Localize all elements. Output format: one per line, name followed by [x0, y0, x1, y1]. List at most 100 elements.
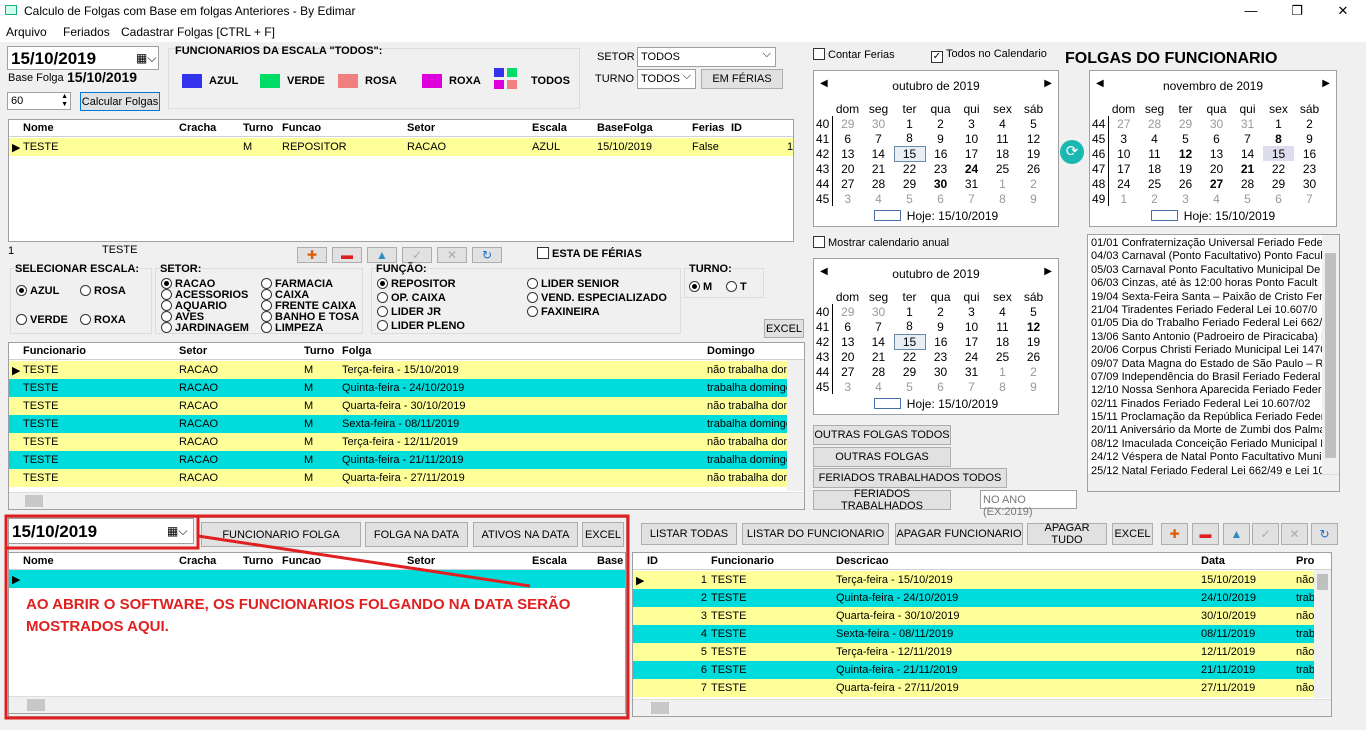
calendar-day[interactable]: 17 — [1108, 161, 1139, 176]
calendar-day[interactable]: 4 — [1139, 131, 1170, 146]
calendar-day[interactable]: 27 — [1108, 116, 1139, 131]
calendar-day[interactable]: 1 — [1108, 191, 1139, 206]
calendar-day[interactable]: 4 — [863, 379, 894, 394]
calendar-day[interactable]: 8 — [894, 319, 925, 334]
calendar-day[interactable]: 25 — [987, 349, 1018, 364]
horizontal-scrollbar[interactable] — [1088, 474, 1339, 491]
add-icon[interactable]: ✚ — [297, 247, 327, 263]
list-item[interactable]: 13/06 Santo Antonio (Padroeiro de Piraci… — [1091, 331, 1323, 344]
setor-select[interactable]: TODOS — [637, 47, 776, 67]
calendar-day[interactable]: 29 — [1263, 176, 1294, 191]
radio-verde[interactable]: VERDE — [16, 314, 68, 326]
contar-ferias-checkbox[interactable]: Contar Ferias — [813, 48, 895, 61]
calendar-day[interactable]: 9 — [1294, 131, 1325, 146]
excel-button[interactable]: EXCEL — [764, 319, 804, 338]
menu-cadastrar-folgas[interactable]: Cadastrar Folgas [CTRL + F] — [121, 25, 275, 39]
calendar-day[interactable]: 18 — [987, 146, 1018, 161]
calendar-day[interactable]: 5 — [1232, 191, 1263, 206]
calendar-day[interactable]: 14 — [1232, 146, 1263, 161]
calendar-day[interactable]: 13 — [1201, 146, 1232, 161]
horizontal-scrollbar[interactable] — [9, 492, 804, 509]
turno-select[interactable]: TODOS — [637, 69, 696, 89]
calendar-day[interactable]: 26 — [1170, 176, 1201, 191]
calendar-day[interactable]: 24 — [956, 349, 987, 364]
calendar-day[interactable]: 2 — [1294, 116, 1325, 131]
list-item[interactable]: 01/05 Dia do Trabalho Feriado Federal Le… — [1091, 317, 1323, 330]
calendar-day[interactable]: 9 — [925, 319, 956, 334]
table-row[interactable]: 7 TESTE Quarta-feira - 27/11/2019 27/11/201… — [633, 679, 1314, 697]
calendar-day[interactable]: 21 — [863, 349, 894, 364]
calendar-day[interactable]: 2 — [925, 304, 956, 319]
horizontal-scrollbar[interactable] — [633, 699, 1331, 716]
calendar-day[interactable]: 10 — [956, 131, 987, 146]
calendar-day[interactable]: 1 — [987, 176, 1018, 191]
calendar-day[interactable]: 26 — [1018, 161, 1049, 176]
calendar-day[interactable]: 28 — [863, 176, 894, 191]
calendar-day[interactable]: 1 — [894, 304, 925, 319]
calendar-day[interactable]: 12 — [1018, 131, 1049, 146]
calendar-day[interactable]: 27 — [832, 176, 863, 191]
calendar-day[interactable]: 18 — [1139, 161, 1170, 176]
calendar-november[interactable]: ◀ ▶ novembro de 2019 dom seg ter qua qui sex sáb 4… — [1089, 70, 1337, 227]
table-row[interactable]: ▶ TESTE RACAO M Terça-feira - 15/10/2019 não … — [9, 361, 789, 379]
calendar-day[interactable]: 27 — [832, 364, 863, 379]
calendar-day[interactable]: 20 — [1201, 161, 1232, 176]
days-stepper[interactable]: 60 ▲ ▼ — [7, 92, 71, 110]
calendar-day[interactable]: 22 — [894, 349, 925, 364]
calendar-day[interactable]: 15 — [893, 333, 926, 350]
vertical-scrollbar[interactable] — [1322, 235, 1339, 475]
radio-option[interactable]: JARDINAGEM — [161, 322, 249, 334]
calendar-day[interactable]: 5 — [894, 191, 925, 206]
list-item[interactable]: 19/04 Sexta-Feira Santa – Paixão de Cris… — [1091, 291, 1323, 304]
ano-input[interactable]: NO ANO (EX:2019) — [980, 490, 1077, 518]
folgas-list-grid[interactable]: ID Funcionario Descricao Data Pro ▶ 1 TESTE Ter… — [632, 552, 1332, 717]
date-picker-main[interactable]: 15/10/2019 ▦⌵ — [7, 46, 159, 70]
calendar-day[interactable]: 11 — [987, 131, 1018, 146]
calendar-day[interactable]: 7 — [1232, 131, 1263, 146]
list-item[interactable]: 21/04 Tiradentes Feriado Federal Lei 10.… — [1091, 304, 1323, 317]
radio-option[interactable]: LIDER PLENO — [377, 320, 465, 332]
minimize-button[interactable]: — — [1228, 0, 1274, 22]
calendar-day[interactable]: 30 — [925, 176, 956, 191]
calendar-day[interactable]: 23 — [1294, 161, 1325, 176]
calendar-day[interactable]: 17 — [956, 146, 987, 161]
calendar-day[interactable]: 6 — [832, 131, 863, 146]
table-row[interactable]: TESTE RACAO M Terça-feira - 12/11/2019 não t… — [9, 433, 789, 451]
calendar-day[interactable]: 3 — [1108, 131, 1139, 146]
table-row[interactable]: TESTE RACAO M Sexta-feira - 08/11/2019 traba… — [9, 415, 789, 433]
calendar-day[interactable]: 4 — [863, 191, 894, 206]
table-row[interactable]: TESTE RACAO M Quarta-feira - 27/11/2019 não … — [9, 469, 789, 487]
close-button[interactable]: ✕ — [1320, 0, 1366, 22]
calendar-day[interactable]: 15 — [893, 145, 926, 162]
calendar-day[interactable]: 31 — [956, 364, 987, 379]
calendar-day[interactable]: 6 — [832, 319, 863, 334]
list-item[interactable]: 05/03 Carnaval Ponto Facultativo Municip… — [1091, 264, 1323, 277]
calendar-day[interactable]: 11 — [987, 319, 1018, 334]
calendar-day[interactable]: 5 — [1018, 116, 1049, 131]
calendar-day[interactable]: 20 — [832, 349, 863, 364]
calendar-day[interactable]: 19 — [1170, 161, 1201, 176]
calendar-day[interactable]: 9 — [1018, 191, 1049, 206]
calendar-day[interactable]: 28 — [1232, 176, 1263, 191]
calendar-day[interactable]: 9 — [925, 131, 956, 146]
table-row[interactable]: ▶ 1 TESTE Terça-feira - 15/10/2019 15/10/201… — [633, 571, 1314, 589]
calendar-day[interactable]: 29 — [832, 304, 863, 319]
vertical-scrollbar[interactable] — [1314, 570, 1331, 698]
calendar-day[interactable]: 30 — [863, 116, 894, 131]
calendar-day[interactable]: 31 — [1232, 116, 1263, 131]
list-item[interactable]: 02/11 Finados Feriado Federal Lei 10.607… — [1091, 398, 1323, 411]
calendar-day[interactable]: 7 — [956, 191, 987, 206]
table-row[interactable]: 4 TESTE Sexta-feira - 08/11/2019 08/11/2019… — [633, 625, 1315, 643]
todos-calendario-checkbox[interactable]: ✓ Todos no Calendario — [931, 48, 1047, 63]
move-up-icon[interactable]: ▲ — [1223, 523, 1250, 545]
calendar-october-1[interactable]: ◀ ▶ outubro de 2019 dom seg ter qua qui sex sáb 40… — [813, 70, 1059, 227]
calendar-dropdown-icon[interactable]: ▦⌵ — [136, 51, 156, 66]
calendar-day[interactable]: 12 — [1170, 146, 1201, 161]
list-item[interactable]: 01/01 Confraternização Universal Feriado… — [1091, 237, 1323, 250]
radio-roxa[interactable]: ROXA — [80, 314, 126, 326]
table-row[interactable]: ▶ TESTE M REPOSITOR RACAO AZUL 15/10/2019 False… — [9, 138, 793, 156]
radio-option[interactable]: VEND. ESPECIALIZADO — [527, 292, 667, 304]
calendar-day[interactable]: 4 — [987, 304, 1018, 319]
list-item[interactable]: 06/03 Cinzas, até às 12:00 horas Ponto F… — [1091, 277, 1323, 290]
calendar-day[interactable]: 30 — [1294, 176, 1325, 191]
